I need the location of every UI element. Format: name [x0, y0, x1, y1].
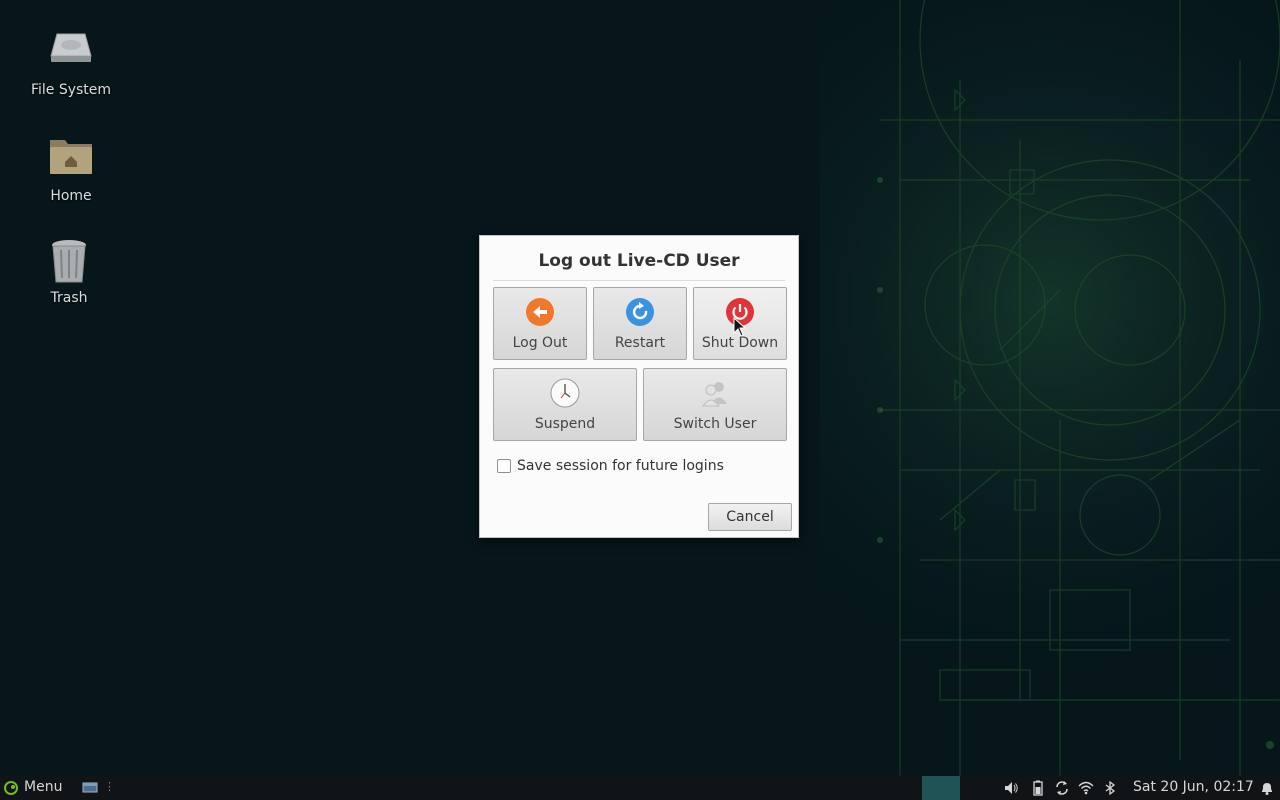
shutdown-label: Shut Down [701, 335, 779, 351]
save-session-label[interactable]: Save session for future logins [517, 458, 724, 474]
wifi-icon[interactable] [1078, 780, 1094, 796]
menu-label: Menu [24, 779, 63, 795]
logout-label: Log Out [512, 335, 568, 351]
logout-arrow-icon [525, 297, 555, 327]
cancel-button[interactable]: Cancel [708, 503, 792, 531]
restart-button[interactable]: Restart [593, 287, 687, 360]
mouse-cursor-icon [733, 317, 747, 337]
battery-icon[interactable] [1030, 780, 1046, 796]
clock[interactable]: Sat 20 Jun, 02:17 [1133, 779, 1254, 795]
logout-button[interactable]: Log Out [493, 287, 587, 360]
desktop-icon-label: Home [50, 188, 92, 204]
notification-bell-icon[interactable] [1259, 780, 1275, 796]
show-desktop-icon[interactable] [82, 782, 98, 794]
suspend-button[interactable]: Suspend [493, 368, 637, 441]
panel-handle[interactable]: ⋮ [104, 780, 115, 793]
title-separator [493, 280, 785, 281]
desktop-icon-label: Trash [50, 290, 88, 306]
restart-label: Restart [614, 335, 666, 351]
desktop-icon-home[interactable]: Home [21, 136, 121, 204]
switch-user-label: Switch User [673, 416, 757, 432]
users-icon [700, 378, 730, 408]
bluetooth-icon[interactable] [1102, 780, 1118, 796]
trash-icon [45, 238, 93, 286]
desktop-icon-trash[interactable]: Trash [19, 238, 119, 306]
suspend-label: Suspend [534, 416, 596, 432]
workspace-switcher[interactable] [922, 776, 960, 800]
logout-dialog: Log out Live-CD User Log Out Restart Shu… [479, 235, 799, 538]
menu-button[interactable]: Menu [0, 776, 70, 800]
home-folder-icon [47, 136, 95, 184]
desktop-icon-label: File System [30, 82, 112, 98]
drive-harddisk-icon [47, 30, 95, 78]
switch-user-button[interactable]: Switch User [643, 368, 787, 441]
distro-logo-icon [4, 781, 18, 795]
dialog-title: Log out Live-CD User [538, 251, 740, 271]
clock-icon [550, 378, 580, 408]
desktop-icon-file-system[interactable]: File System [21, 30, 121, 98]
save-session-checkbox[interactable] [497, 459, 511, 473]
update-icon[interactable] [1054, 780, 1070, 796]
restart-icon [625, 297, 655, 327]
volume-icon[interactable] [1003, 780, 1019, 796]
taskbar: Menu ⋮ Sat 20 Jun, 02:17 [0, 776, 1280, 800]
